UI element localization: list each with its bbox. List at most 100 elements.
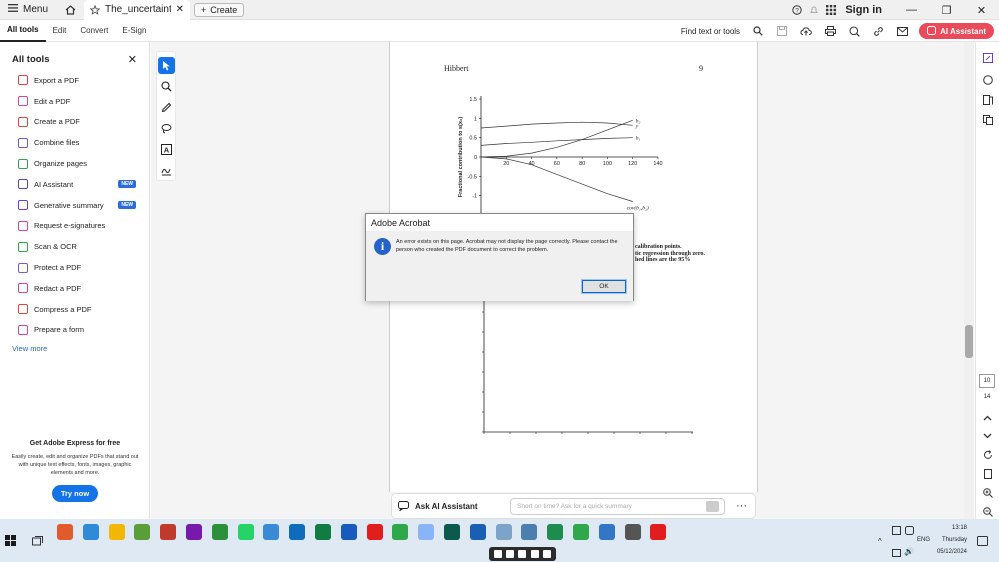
tool-item[interactable]: Generative summary NEW bbox=[0, 195, 149, 216]
taskbar-app-icon[interactable] bbox=[418, 524, 435, 540]
send-icon[interactable] bbox=[706, 500, 719, 512]
bookmark-icon[interactable] bbox=[980, 92, 995, 107]
link-icon[interactable] bbox=[866, 20, 890, 42]
taskbar-app-icon[interactable] bbox=[160, 524, 177, 540]
screenshot-icon[interactable] bbox=[506, 550, 515, 558]
search-icon[interactable] bbox=[746, 20, 770, 42]
taskbar-app-icon[interactable] bbox=[57, 524, 73, 540]
taskbar-app-icon[interactable] bbox=[289, 524, 306, 540]
zoom-out-icon[interactable] bbox=[980, 504, 995, 519]
tab-convert[interactable]: Convert bbox=[73, 20, 115, 42]
zoom-in-icon[interactable] bbox=[980, 485, 995, 500]
upload-icon[interactable] bbox=[794, 20, 818, 42]
select-tool-button[interactable] bbox=[157, 57, 175, 74]
clock-date[interactable]: 05/12/2024 bbox=[929, 549, 967, 555]
copy-pages-icon[interactable] bbox=[980, 112, 995, 127]
zoom-tool-button[interactable] bbox=[158, 78, 175, 95]
sign-in-button[interactable]: Sign in bbox=[839, 4, 894, 16]
taskbar-app-icon[interactable] bbox=[573, 524, 589, 540]
taskbar-app-icon[interactable] bbox=[186, 524, 202, 540]
current-page-input[interactable]: 10 bbox=[979, 374, 995, 388]
find-text-label[interactable]: Find text or tools bbox=[681, 27, 746, 36]
comment-icon[interactable] bbox=[980, 72, 995, 87]
snip-settings-icon[interactable] bbox=[542, 550, 551, 558]
help-icon[interactable]: ? bbox=[788, 0, 805, 20]
save-icon[interactable] bbox=[770, 20, 794, 42]
wifi-icon[interactable] bbox=[892, 548, 901, 560]
ok-button[interactable]: OK bbox=[581, 279, 627, 294]
tool-item[interactable]: AI Assistant NEW bbox=[0, 174, 149, 195]
close-window-button[interactable]: ✕ bbox=[964, 0, 999, 20]
ai-question-input[interactable]: Short on time? Ask for a quick summary bbox=[510, 497, 725, 515]
task-view-icon[interactable] bbox=[32, 536, 43, 549]
taskbar-app-icon[interactable] bbox=[134, 524, 151, 540]
show-hidden-icons[interactable]: ^ bbox=[878, 537, 882, 546]
page-down-icon[interactable] bbox=[980, 428, 995, 443]
taskbar-app-icon[interactable] bbox=[315, 524, 331, 540]
tool-item[interactable]: Export a PDF bbox=[0, 70, 149, 91]
minimize-button[interactable]: — bbox=[894, 0, 929, 20]
home-button[interactable] bbox=[56, 0, 84, 20]
ai-search-icon[interactable] bbox=[842, 20, 866, 42]
taskbar-app-icon[interactable] bbox=[624, 524, 641, 540]
tool-item[interactable]: Edit a PDF bbox=[0, 91, 149, 112]
bell-icon[interactable] bbox=[805, 0, 822, 20]
start-button[interactable] bbox=[5, 535, 16, 549]
taskbar-app-icon[interactable] bbox=[598, 524, 615, 540]
maximize-button[interactable]: ❐ bbox=[929, 0, 964, 20]
print-icon[interactable] bbox=[818, 20, 842, 42]
tab-all-tools[interactable]: All tools bbox=[0, 20, 46, 42]
volume-icon[interactable]: 🔊 bbox=[904, 547, 914, 556]
tab-edit[interactable]: Edit bbox=[46, 20, 74, 42]
snip-toggle-icon[interactable] bbox=[494, 550, 503, 558]
tool-item[interactable]: Redact a PDF bbox=[0, 278, 149, 299]
create-button[interactable]: + Create bbox=[194, 2, 245, 17]
taskbar-app-icon[interactable] bbox=[108, 524, 125, 540]
taskbar-app-icon[interactable] bbox=[237, 524, 254, 540]
lasso-tool-button[interactable] bbox=[158, 120, 175, 137]
tool-item[interactable]: Compress a PDF bbox=[0, 299, 149, 320]
view-more-link[interactable]: View more bbox=[0, 340, 149, 357]
video-record-icon[interactable] bbox=[518, 550, 527, 558]
vertical-scrollbar[interactable] bbox=[964, 42, 974, 519]
onedrive-tray-icon[interactable] bbox=[905, 526, 914, 538]
sign-tool-button[interactable] bbox=[158, 162, 175, 179]
taskbar-app-icon[interactable] bbox=[469, 524, 486, 540]
star-icon[interactable] bbox=[90, 4, 101, 15]
scrollbar-thumb[interactable] bbox=[965, 325, 973, 358]
taskbar-app-icon[interactable] bbox=[340, 524, 357, 540]
document-tab[interactable]: The_uncertainty_of_a_r... ✕ bbox=[84, 0, 191, 20]
text-tool-button[interactable]: A bbox=[158, 141, 175, 158]
draw-tool-button[interactable] bbox=[158, 99, 175, 116]
tool-item[interactable]: Request e-signatures bbox=[0, 216, 149, 237]
rotate-icon[interactable] bbox=[980, 447, 995, 462]
taskbar-app-icon[interactable] bbox=[263, 524, 280, 540]
security-tray-icon[interactable] bbox=[892, 526, 901, 538]
tool-item[interactable]: Protect a PDF bbox=[0, 257, 149, 278]
tool-item[interactable]: Prepare a form bbox=[0, 320, 149, 341]
close-panel-icon[interactable]: ✕ bbox=[128, 53, 137, 66]
taskbar-app-icon[interactable] bbox=[547, 524, 564, 540]
tool-item[interactable]: Scan & OCR bbox=[0, 236, 149, 257]
ai-assistant-button[interactable]: AI Assistant bbox=[919, 23, 994, 39]
edit-pdf-icon[interactable] bbox=[980, 50, 995, 65]
tab-e-sign[interactable]: E-Sign bbox=[115, 20, 153, 42]
tool-item[interactable]: Combine files bbox=[0, 132, 149, 153]
taskbar-app-icon[interactable] bbox=[521, 524, 538, 540]
page-fit-icon[interactable] bbox=[980, 466, 995, 481]
taskbar-app-icon[interactable] bbox=[211, 524, 228, 540]
mail-icon[interactable] bbox=[890, 20, 914, 42]
more-options-icon[interactable]: ··· bbox=[736, 500, 747, 512]
clock-time[interactable]: 13:18 bbox=[937, 525, 967, 531]
tool-item[interactable]: Create a PDF bbox=[0, 112, 149, 133]
tool-item[interactable]: Organize pages bbox=[0, 153, 149, 174]
ask-ai-assistant[interactable]: Ask AI Assistant bbox=[398, 501, 510, 511]
clock-day[interactable]: Thursday bbox=[929, 537, 967, 543]
try-now-button[interactable]: Try now bbox=[51, 485, 99, 502]
close-tab-icon[interactable]: ✕ bbox=[176, 4, 184, 15]
taskbar-app-icon[interactable] bbox=[495, 524, 512, 540]
apps-grid-icon[interactable] bbox=[822, 0, 839, 20]
taskbar-app-icon[interactable] bbox=[444, 524, 460, 540]
menu-button[interactable]: Menu bbox=[0, 0, 56, 20]
taskbar-app-icon[interactable] bbox=[392, 524, 409, 540]
